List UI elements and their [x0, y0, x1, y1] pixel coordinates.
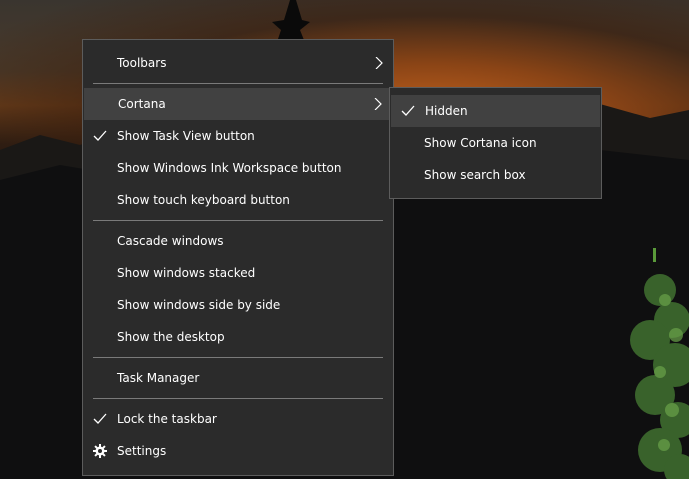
- menu-item-label: Settings: [117, 444, 167, 458]
- chevron-right-icon: [374, 98, 382, 110]
- menu-item-label: Toolbars: [117, 56, 167, 70]
- checkmark-icon: [93, 413, 107, 424]
- gear-icon: [93, 444, 107, 458]
- menu-item-label: Lock the taskbar: [117, 412, 217, 426]
- menu-item-show-touch-keyboard-button[interactable]: Show touch keyboard button: [83, 184, 393, 216]
- checkmark-icon: [93, 130, 107, 141]
- taskbar-context-menu: Toolbars Cortana Show Task View button S…: [82, 39, 394, 476]
- menu-item-toolbars[interactable]: Toolbars: [83, 47, 393, 79]
- chevron-right-icon: [375, 57, 383, 69]
- menu-separator: [93, 220, 383, 221]
- submenu-item-show-search-box[interactable]: Show search box: [390, 159, 601, 191]
- menu-separator: [93, 357, 383, 358]
- submenu-item-show-cortana-icon[interactable]: Show Cortana icon: [390, 127, 601, 159]
- menu-item-label: Cortana: [118, 97, 166, 111]
- menu-item-label: Show touch keyboard button: [117, 193, 290, 207]
- cortana-submenu: Hidden Show Cortana icon Show search box: [389, 87, 602, 199]
- submenu-item-label: Show Cortana icon: [424, 136, 537, 150]
- menu-item-show-task-view-button[interactable]: Show Task View button: [83, 120, 393, 152]
- menu-item-label: Show windows stacked: [117, 266, 256, 280]
- menu-item-show-windows-stacked[interactable]: Show windows stacked: [83, 257, 393, 289]
- menu-item-settings[interactable]: Settings: [83, 435, 393, 467]
- menu-item-show-ink-workspace-button[interactable]: Show Windows Ink Workspace button: [83, 152, 393, 184]
- menu-item-label: Show the desktop: [117, 330, 225, 344]
- menu-item-label: Show Task View button: [117, 129, 255, 143]
- submenu-item-label: Show search box: [424, 168, 526, 182]
- menu-separator: [93, 398, 383, 399]
- checkmark-icon: [401, 105, 415, 116]
- menu-item-show-the-desktop[interactable]: Show the desktop: [83, 321, 393, 353]
- menu-item-label: Show windows side by side: [117, 298, 281, 312]
- menu-item-label: Task Manager: [117, 371, 200, 385]
- menu-item-label: Show Windows Ink Workspace button: [117, 161, 342, 175]
- submenu-item-label: Hidden: [425, 104, 468, 118]
- menu-separator: [93, 83, 383, 84]
- menu-item-show-windows-side-by-side[interactable]: Show windows side by side: [83, 289, 393, 321]
- desktop-wallpaper: Toolbars Cortana Show Task View button S…: [0, 0, 689, 479]
- submenu-item-hidden[interactable]: Hidden: [391, 95, 600, 127]
- menu-item-label: Cascade windows: [117, 234, 224, 248]
- menu-item-task-manager[interactable]: Task Manager: [83, 362, 393, 394]
- menu-item-cascade-windows[interactable]: Cascade windows: [83, 225, 393, 257]
- menu-item-cortana[interactable]: Cortana: [84, 88, 392, 120]
- menu-item-lock-the-taskbar[interactable]: Lock the taskbar: [83, 403, 393, 435]
